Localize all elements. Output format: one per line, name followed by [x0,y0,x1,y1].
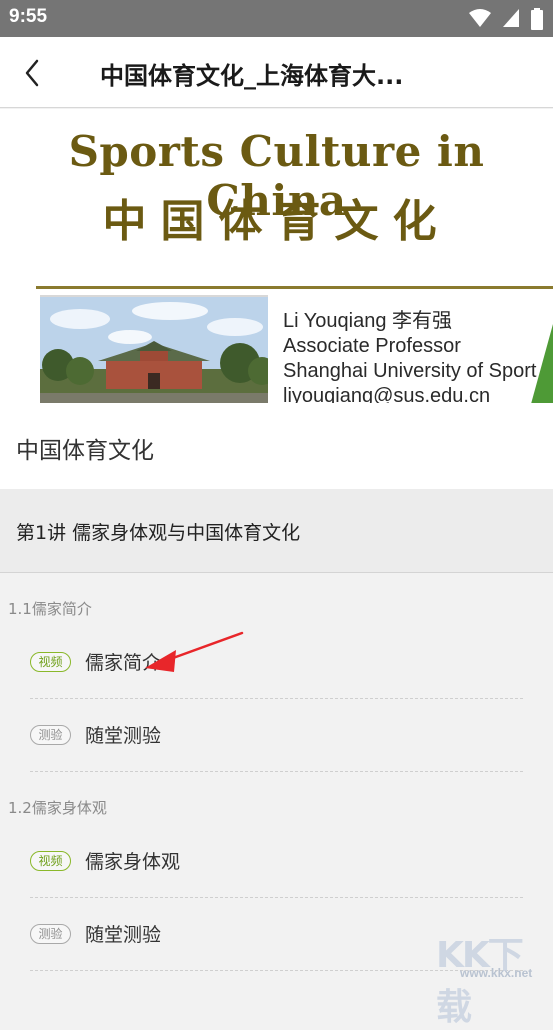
instructor-info: Li Youqiang 李有强 Associate Professor Shan… [283,309,536,403]
banner-green-accent [531,324,553,403]
instructor-name: Li Youqiang 李有强 [283,310,453,332]
quiz-tag: 测验 [30,924,71,944]
back-button[interactable] [14,55,50,91]
campus-photo [40,295,268,403]
lesson-item[interactable]: 测验 随堂测验 [30,699,523,772]
lesson-item[interactable]: 视频 儒家身体观 [30,825,523,898]
instructor-email: liyouqiang@sus.edu.cn [283,385,491,403]
app-bar: 中国体育文化_上海体育大... [0,37,553,108]
video-tag: 视频 [30,652,71,672]
banner-title-cn: 中国体育文化 [102,196,451,247]
page-title: 中国体育文化_上海体育大... [100,62,404,90]
quiz-tag: 测验 [30,725,71,745]
section-header: 1.1儒家简介 [8,600,92,618]
battery-icon [531,8,543,30]
video-tag: 视频 [30,851,71,871]
instructor-position: Associate Professor [283,335,461,357]
signal-icon [502,9,519,27]
status-bar: 9:55 [0,0,553,37]
chevron-left-icon [25,59,39,87]
chapter-title: 第1讲 儒家身体观与中国体育文化 [16,522,301,544]
banner-divider [36,286,553,289]
status-time: 9:55 [9,6,48,27]
course-name-row: 中国体育文化 [0,403,553,489]
annotation-arrow-icon [145,631,244,672]
section-header: 1.2儒家身体观 [8,799,107,817]
chapter-header[interactable]: 第1讲 儒家身体观与中国体育文化 [0,489,553,573]
lesson-label: 随堂测验 [85,924,162,946]
status-icons [463,8,543,30]
instructor-university: Shanghai University of Sport [283,360,537,382]
lesson-label: 儒家身体观 [85,851,181,873]
lesson-item[interactable]: 视频 儒家简介 [30,626,523,699]
course-banner: Sports Culture in China 中国体育文化 Li Youqia… [0,109,553,403]
watermark-url: www.kkx.net [460,966,533,980]
wifi-icon [468,9,491,27]
course-name: 中国体育文化 [16,438,154,464]
lesson-label: 随堂测验 [85,725,162,747]
watermark: KK下载 www.kkx.net [430,926,553,1028]
